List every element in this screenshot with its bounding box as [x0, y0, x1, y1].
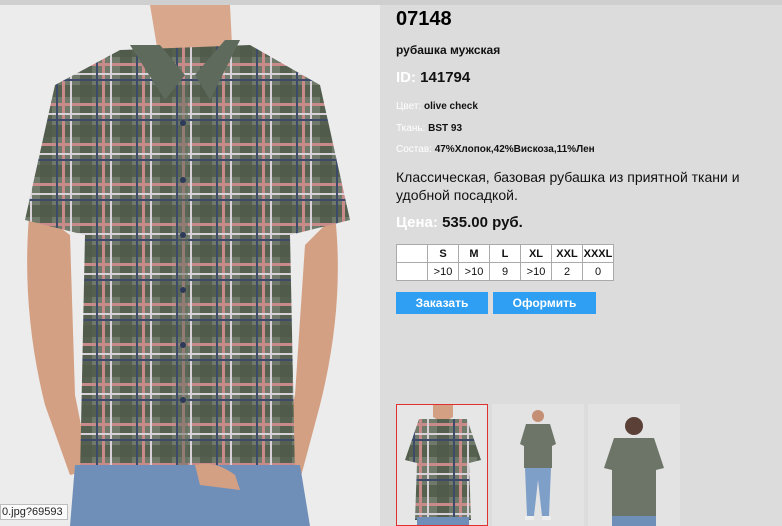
thumbnail-front-closeup[interactable] [396, 404, 488, 526]
main-product-photo[interactable]: 0.jpg?69593 [0, 5, 380, 526]
size-header-cell: S [427, 244, 459, 263]
stock-cell: >10 [427, 262, 459, 281]
size-header-cell: XL [520, 244, 552, 263]
product-description: Классическая, базовая рубашка из приятно… [396, 169, 740, 203]
size-header-cell: M [458, 244, 490, 263]
size-header-cell: XXXL [582, 244, 614, 263]
color-label: Цвет: [396, 101, 422, 112]
product-price: Цена: 535.00 руб. [396, 214, 523, 231]
stock-cell: 0 [582, 262, 614, 281]
fabric-value: BST 93 [428, 123, 463, 134]
product-subtitle: рубашка мужская [396, 43, 501, 57]
stock-cell: 2 [551, 262, 583, 281]
color-attribute: Цвет: olive check [396, 101, 478, 112]
id-label: ID: [396, 69, 416, 86]
thumbnail-back-view[interactable] [588, 404, 680, 526]
thumbnail-full-body[interactable] [492, 404, 584, 526]
price-value: 535.00 руб. [442, 214, 523, 231]
color-value: olive check [423, 101, 478, 112]
size-header-cell: XXL [551, 244, 583, 263]
order-button[interactable]: Заказать [396, 292, 488, 314]
size-stock-table: S M L XL XXL XXXL >10 >10 9 >10 2 0 [396, 244, 614, 281]
stock-cell: >10 [520, 262, 552, 281]
browser-status-text: 0.jpg?69593 [0, 504, 68, 520]
product-sku: 07148 [396, 8, 452, 30]
size-header-cell [396, 244, 428, 263]
size-header-cell: L [489, 244, 521, 263]
product-id: ID: 141794 [396, 69, 470, 86]
id-value: 141794 [420, 69, 471, 86]
stock-cell [396, 262, 428, 281]
size-header-row: S M L XL XXL XXXL [396, 244, 614, 263]
composition-label: Состав: [396, 144, 432, 155]
fabric-label: Ткань: [396, 123, 426, 134]
price-label: Цена: [396, 214, 438, 231]
fabric-attribute: Ткань: BST 93 [396, 123, 462, 134]
composition-attribute: Состав: 47%Хлопок,42%Вискоза,11%Лен [396, 144, 595, 155]
composition-value: 47%Хлопок,42%Вискоза,11%Лен [434, 144, 595, 155]
checkout-button[interactable]: Оформить [493, 292, 596, 314]
stock-cell: 9 [489, 262, 521, 281]
stock-cell: >10 [458, 262, 490, 281]
size-stock-row: >10 >10 9 >10 2 0 [396, 262, 614, 281]
